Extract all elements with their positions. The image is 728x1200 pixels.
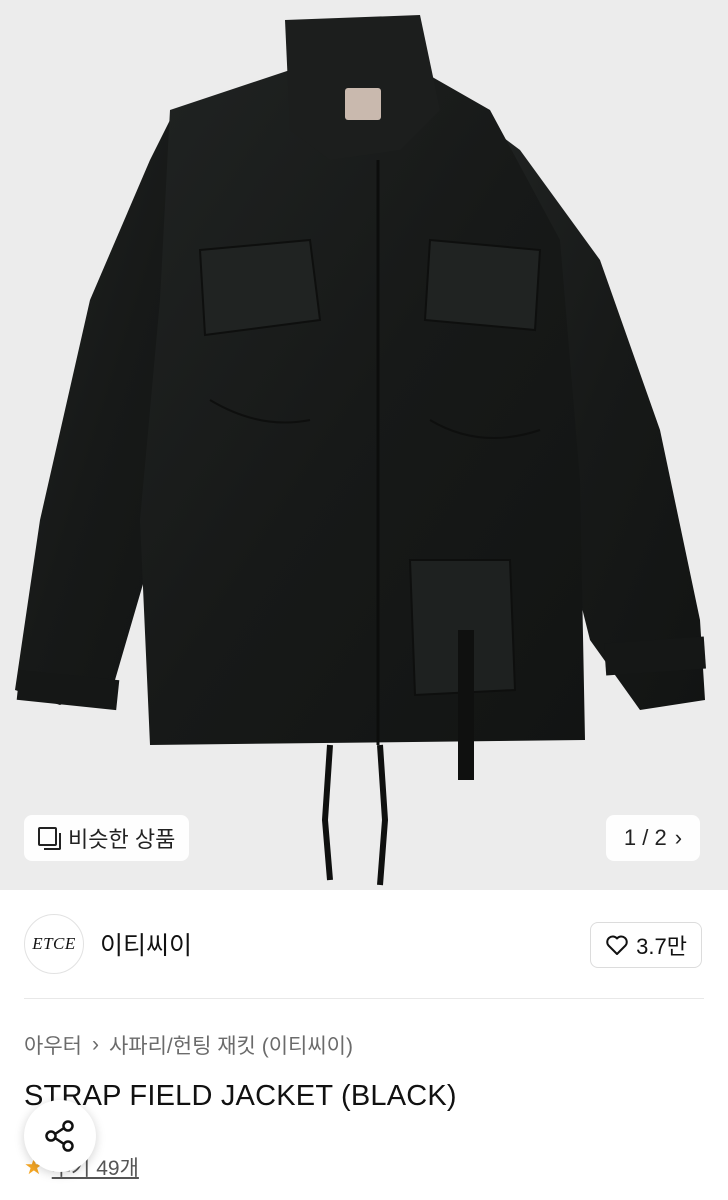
like-button[interactable]: 3.7만: [590, 922, 702, 968]
product-image-gallery[interactable]: 비슷한 상품 1 / 2 ›: [0, 0, 728, 890]
breadcrumb-subcategory[interactable]: 사파리/헌팅 재킷 (이티씨이): [109, 1030, 353, 1060]
heart-icon: [606, 935, 628, 955]
similar-products-label: 비슷한 상품: [68, 827, 176, 852]
brand-name[interactable]: 이티씨이: [100, 926, 192, 962]
neck-label: [345, 88, 381, 120]
like-count: 3.7만: [636, 934, 687, 959]
breadcrumb: 아우터 › 사파리/헌팅 재킷 (이티씨이): [24, 1030, 353, 1060]
brand-logo[interactable]: ETCE: [24, 914, 84, 974]
brand-row: ETCE 이티씨이 3.7만: [0, 890, 728, 998]
share-button[interactable]: [24, 1100, 96, 1172]
chevron-right-icon: ›: [674, 825, 683, 850]
pager-text: 1 / 2: [623, 825, 667, 850]
similar-products-button[interactable]: 비슷한 상품: [24, 815, 190, 861]
divider: [24, 998, 704, 999]
jacket-illustration: [15, 15, 706, 886]
chevron-right-icon: ›: [91, 1033, 99, 1056]
share-icon: [45, 1120, 74, 1152]
image-pager-button[interactable]: 1 / 2 ›: [606, 815, 700, 861]
copy-icon: [38, 827, 61, 850]
breadcrumb-category[interactable]: 아우터: [24, 1030, 82, 1060]
product-title: STRAP FIELD JACKET (BLACK): [24, 1080, 457, 1112]
